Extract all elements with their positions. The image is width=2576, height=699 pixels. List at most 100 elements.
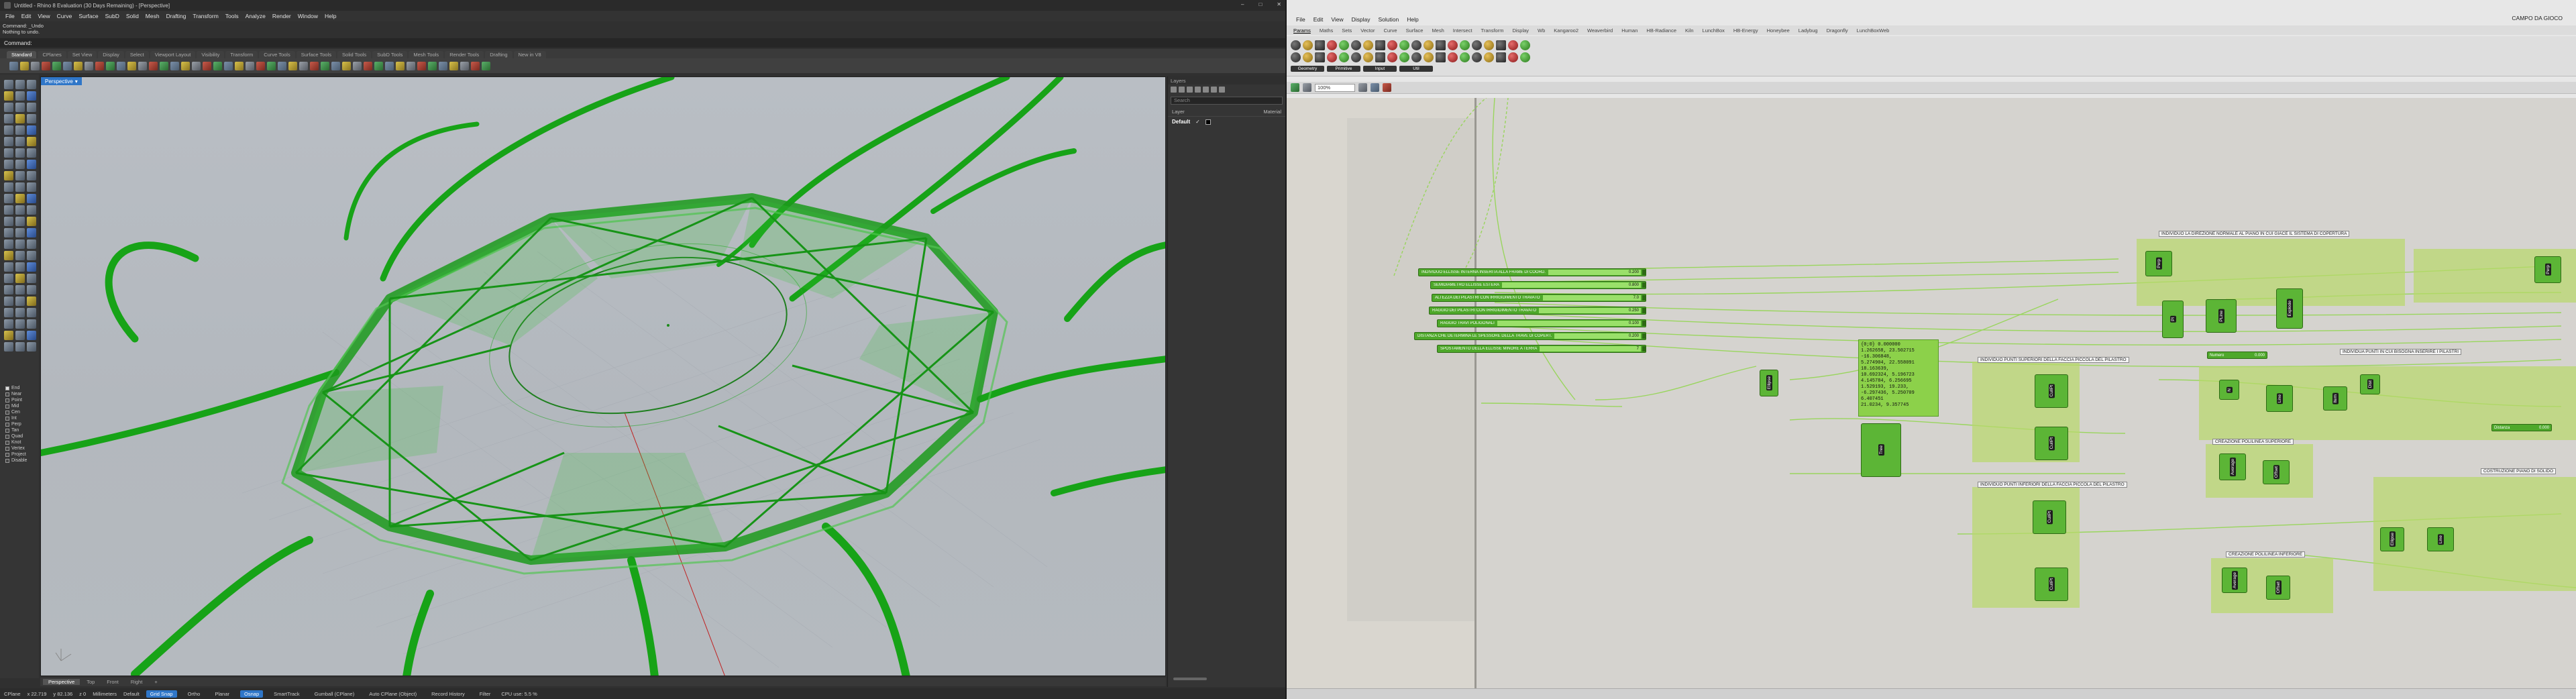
gh-tab-lunchboxweb[interactable]: LunchBoxWeb — [1857, 28, 1890, 34]
gh-tab-vector[interactable]: Vector — [1360, 28, 1375, 34]
left-tool-icon[interactable] — [4, 103, 13, 112]
gh-component-icon[interactable] — [1375, 52, 1385, 62]
number-slider[interactable]: DISTANZA CHE DETERMINA LE SPESSORE DELLA… — [1414, 332, 1646, 340]
gh-category-geometry[interactable]: Geometry — [1291, 66, 1324, 72]
slider-output-grip[interactable] — [1642, 321, 1646, 326]
left-tool-icon[interactable] — [27, 137, 36, 146]
rhino-menu-edit[interactable]: Edit — [21, 13, 32, 19]
left-tool-icon[interactable] — [15, 114, 25, 123]
left-tool-icon[interactable] — [15, 262, 25, 272]
four-views-icon[interactable] — [181, 61, 190, 70]
gh-component-ellipse_comp[interactable]: Ellipse — [2380, 527, 2404, 551]
number-slider[interactable]: RAGGIO TRAVI POLIGONALI 0.100 — [1437, 319, 1646, 327]
rhino-menu-subd[interactable]: SubD — [105, 13, 119, 19]
small-number-slider[interactable]: Distanza 0.000 — [2491, 424, 2552, 431]
layer-row-default[interactable]: Default ✓ — [1168, 117, 1285, 127]
filter-toggle[interactable]: Filter — [476, 690, 495, 698]
toolbar-tab-new-in-v8[interactable]: New in V8 — [513, 51, 546, 58]
print-icon[interactable] — [42, 61, 50, 70]
osnap-checkbox[interactable] — [5, 392, 9, 396]
save-icon[interactable] — [31, 61, 40, 70]
gh-component-icon[interactable] — [1399, 40, 1409, 50]
gh-component-icon[interactable] — [1508, 52, 1518, 62]
left-tool-icon[interactable] — [4, 194, 13, 203]
rhino-menu-help[interactable]: Help — [325, 13, 336, 19]
left-tool-icon[interactable] — [15, 137, 25, 146]
left-tool-icon[interactable] — [4, 217, 13, 226]
gh-component-item[interactable]: Item — [2323, 386, 2347, 411]
gh-component-icon[interactable] — [1448, 52, 1458, 62]
toolbar-tab-curve-tools[interactable]: Curve Tools — [259, 51, 295, 58]
rhino-menu-window[interactable]: Window — [298, 13, 318, 19]
left-tool-icon[interactable] — [27, 194, 36, 203]
left-tool-icon[interactable] — [27, 297, 36, 306]
left-tool-icon[interactable] — [4, 308, 13, 317]
left-tool-icon[interactable] — [15, 103, 25, 112]
left-tool-icon[interactable] — [15, 217, 25, 226]
gh-component-icon[interactable] — [1339, 40, 1349, 50]
gh-document-name[interactable]: CAMPO DA GIOCO — [2512, 15, 2563, 21]
left-tool-icon[interactable] — [27, 342, 36, 352]
gh-component-icon[interactable] — [1484, 52, 1494, 62]
gh-component-average[interactable]: Average — [2219, 453, 2246, 480]
maximize-icon[interactable]: □ — [1258, 1, 1262, 7]
gh-component-icon[interactable] — [1327, 40, 1337, 50]
left-tool-icon[interactable] — [15, 331, 25, 340]
slider-output-grip[interactable] — [1642, 295, 1646, 301]
gh-component-icon[interactable] — [1387, 52, 1397, 62]
gh-component-dist[interactable]: Dist — [2360, 374, 2380, 394]
new-layer-icon[interactable] — [1171, 86, 1177, 93]
left-tool-icon[interactable] — [27, 91, 36, 101]
show-icon[interactable] — [428, 61, 437, 70]
add-viewport-tab-icon[interactable]: + — [149, 679, 162, 685]
rhino-menu-view[interactable]: View — [38, 13, 50, 19]
gh-component-icon[interactable] — [1472, 52, 1482, 62]
new-sublayer-icon[interactable] — [1179, 86, 1185, 93]
gh-component-icon[interactable] — [1411, 52, 1421, 62]
viewport-tab-right[interactable]: Right — [125, 679, 148, 685]
toolbar-tab-cplanes[interactable]: CPlanes — [38, 51, 66, 58]
osnap-checkbox[interactable] — [5, 458, 9, 463]
artistic-icon[interactable] — [342, 61, 351, 70]
left-tool-icon[interactable] — [27, 228, 36, 237]
close-icon[interactable]: ✕ — [1277, 1, 1281, 7]
group-label[interactable]: CREAZIONE POLILINEA SUPERIORE — [2212, 439, 2294, 445]
gh-component-icon[interactable] — [1436, 52, 1446, 62]
gh-tab-params[interactable]: Params — [1293, 28, 1311, 34]
smarttrack-toggle[interactable]: SmartTrack — [270, 690, 303, 698]
gh-component-explode[interactable]: Explode — [2276, 288, 2303, 329]
move-up-icon[interactable] — [1195, 86, 1201, 93]
osnap-checkbox[interactable] — [5, 410, 9, 415]
left-tool-icon[interactable] — [4, 274, 13, 283]
osnap-point[interactable]: Point — [5, 397, 39, 403]
technical-icon[interactable] — [331, 61, 340, 70]
ghosted-icon[interactable] — [310, 61, 319, 70]
zoom-extents-icon[interactable] — [1358, 83, 1367, 92]
number-slider[interactable]: SEMIDIAMETRO ELLISSE ESTERA 0.800 — [1430, 281, 1646, 289]
gh-component-perp[interactable]: Perp — [2534, 256, 2561, 283]
gh-component-icon[interactable] — [1460, 52, 1470, 62]
rhino-menu-file[interactable]: File — [5, 13, 15, 19]
left-tool-icon[interactable] — [15, 148, 25, 158]
gh-component-perp[interactable]: Perp — [2145, 251, 2172, 276]
gh-component-cull[interactable]: CullPt — [2035, 427, 2068, 460]
left-tool-icon[interactable] — [4, 205, 13, 215]
group-icon[interactable] — [374, 61, 383, 70]
osnap-checkbox[interactable] — [5, 416, 9, 421]
layer-color-swatch[interactable] — [1205, 119, 1211, 125]
osnap-checkbox[interactable] — [5, 386, 9, 390]
gh-component-pline[interactable]: PLine — [2206, 299, 2237, 333]
gh-component-icon[interactable] — [1303, 40, 1313, 50]
filter-icon[interactable] — [1211, 86, 1217, 93]
toolbar-tab-solid-tools[interactable]: Solid Tools — [337, 51, 372, 58]
left-tool-icon[interactable] — [27, 308, 36, 317]
gh-component-icon[interactable] — [1472, 40, 1482, 50]
current-layer-label[interactable]: Default — [123, 691, 140, 697]
left-tool-icon[interactable] — [15, 125, 25, 135]
gh-component-icon[interactable] — [1363, 52, 1373, 62]
current-layer-check-icon[interactable]: ✓ — [1195, 119, 1200, 125]
slider-track[interactable]: 0.100 — [1497, 321, 1641, 326]
osnap-checkbox[interactable] — [5, 440, 9, 445]
shaded-icon[interactable] — [288, 61, 297, 70]
gh-menu-view[interactable]: View — [1331, 16, 1343, 23]
